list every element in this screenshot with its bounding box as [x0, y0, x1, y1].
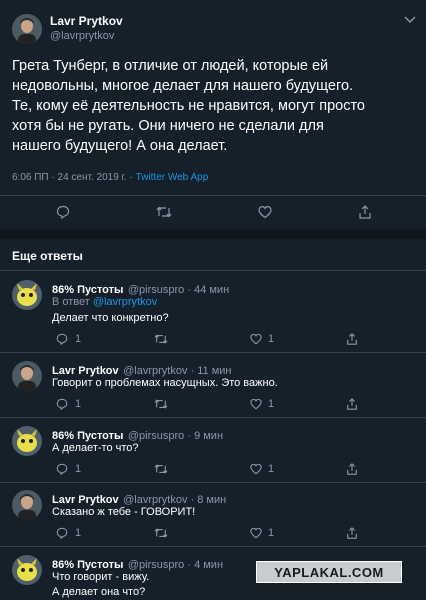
- watermark-text: YAPLAKAL.COM: [274, 564, 384, 580]
- tweet-meta: 6:06 ПП · 24 сент. 2019 г. · Twitter Web…: [12, 172, 208, 183]
- retweet-icon[interactable]: [154, 333, 168, 345]
- tweet-text: Грета Тунберг, в отличие от людей, котор…: [12, 56, 422, 156]
- share-icon[interactable]: [346, 333, 358, 345]
- tweet-text-line: недовольны, многое делает для нашего буд…: [12, 78, 354, 94]
- reply-count: 1: [75, 398, 82, 410]
- reply-time[interactable]: · 11 мин: [187, 365, 232, 377]
- divider: [0, 352, 426, 353]
- like-icon[interactable]: [250, 398, 262, 410]
- like-icon[interactable]: [250, 527, 262, 539]
- reply-text: А делает-то что?: [52, 442, 139, 454]
- like-icon[interactable]: [258, 205, 272, 219]
- divider: [0, 482, 426, 483]
- author-handle[interactable]: @lavrprytkov: [50, 30, 114, 42]
- like-icon[interactable]: [250, 463, 262, 475]
- reply-author-handle[interactable]: @lavrprytkov: [123, 365, 187, 377]
- like-count: 1: [268, 333, 275, 345]
- reply-time[interactable]: · 44 мин: [184, 284, 229, 296]
- reply-icon[interactable]: [56, 333, 68, 345]
- reply-author-name[interactable]: 86% Пустоты: [52, 284, 123, 296]
- retweet-icon[interactable]: [154, 527, 168, 539]
- watermark: YAPLAKAL.COM: [256, 561, 402, 583]
- reply-author-name[interactable]: 86% Пустоты: [52, 430, 123, 442]
- like-count: 1: [268, 398, 275, 410]
- reply-icon[interactable]: [56, 527, 68, 539]
- section-title: Еще ответы: [12, 249, 83, 263]
- reply-author-handle[interactable]: @lavrprytkov: [123, 494, 187, 506]
- reply-author-handle[interactable]: @pirsuspro: [128, 430, 184, 442]
- tweet-text-line: Грета Тунберг, в отличие от людей, котор…: [12, 58, 329, 74]
- divider: [0, 546, 426, 547]
- reply-count: 1: [75, 527, 82, 539]
- tweet-text-line: хотя бы не ругать. Они ничего не сделали…: [12, 118, 324, 134]
- tweet-timestamp[interactable]: 6:06 ПП · 24 сент. 2019 г. ·: [12, 172, 136, 183]
- tweet-text-line: Те, кому её деятельность не нравится, мо…: [12, 98, 365, 114]
- author-name[interactable]: Lavr Prytkov: [50, 14, 123, 28]
- reply-to-label: В ответ: [52, 296, 93, 308]
- reply-avatar[interactable]: [12, 555, 42, 585]
- divider: [0, 417, 426, 418]
- reply-author-name[interactable]: Lavr Prytkov: [52, 494, 119, 506]
- reply-text: Сказано ж тебе - ГОВОРИТ!: [52, 506, 196, 518]
- reply-text: Что говорит - вижу.: [52, 571, 150, 583]
- reply-text: А делает она что?: [52, 586, 146, 598]
- reply-avatar[interactable]: [12, 361, 42, 391]
- reply-author-handle[interactable]: @pirsuspro: [128, 559, 184, 571]
- reply-text: Говорит о проблемах насущных. Это важно.: [52, 377, 278, 389]
- chevron-down-icon[interactable]: [404, 16, 416, 24]
- share-icon[interactable]: [346, 463, 358, 475]
- tweet-text-line: нашего будущего! А она делает.: [12, 138, 228, 154]
- retweet-icon[interactable]: [156, 205, 172, 219]
- like-count: 1: [268, 527, 275, 539]
- author-avatar[interactable]: [12, 14, 42, 44]
- reply-time[interactable]: · 8 мин: [187, 494, 227, 506]
- reply-to-handle[interactable]: @lavrprytkov: [93, 296, 157, 308]
- divider: [0, 270, 426, 271]
- reply-text: Делает что конкретно?: [52, 312, 169, 324]
- share-icon[interactable]: [346, 398, 358, 410]
- reply-avatar[interactable]: [12, 426, 42, 456]
- divider: [0, 195, 426, 196]
- retweet-icon[interactable]: [154, 398, 168, 410]
- tweet-source-link[interactable]: Twitter Web App: [136, 172, 209, 183]
- reply-icon[interactable]: [56, 463, 68, 475]
- reply-to-line: В ответ @lavrprytkov: [52, 296, 157, 308]
- like-count: 1: [268, 463, 275, 475]
- reply-icon[interactable]: [56, 398, 68, 410]
- section-separator: [0, 229, 426, 239]
- like-icon[interactable]: [250, 333, 262, 345]
- reply-time[interactable]: · 9 мин: [184, 430, 223, 442]
- reply-time[interactable]: · 4 мин: [184, 559, 223, 571]
- reply-author-name[interactable]: Lavr Prytkov: [52, 365, 119, 377]
- reply-author-handle[interactable]: @pirsuspro: [128, 284, 184, 296]
- reply-avatar[interactable]: [12, 280, 42, 310]
- share-icon[interactable]: [358, 205, 372, 219]
- reply-icon[interactable]: [56, 205, 70, 219]
- retweet-icon[interactable]: [154, 463, 168, 475]
- reply-count: 1: [75, 463, 82, 475]
- share-icon[interactable]: [346, 527, 358, 539]
- reply-author-name[interactable]: 86% Пустоты: [52, 559, 123, 571]
- reply-avatar[interactable]: [12, 490, 42, 520]
- reply-count: 1: [75, 333, 82, 345]
